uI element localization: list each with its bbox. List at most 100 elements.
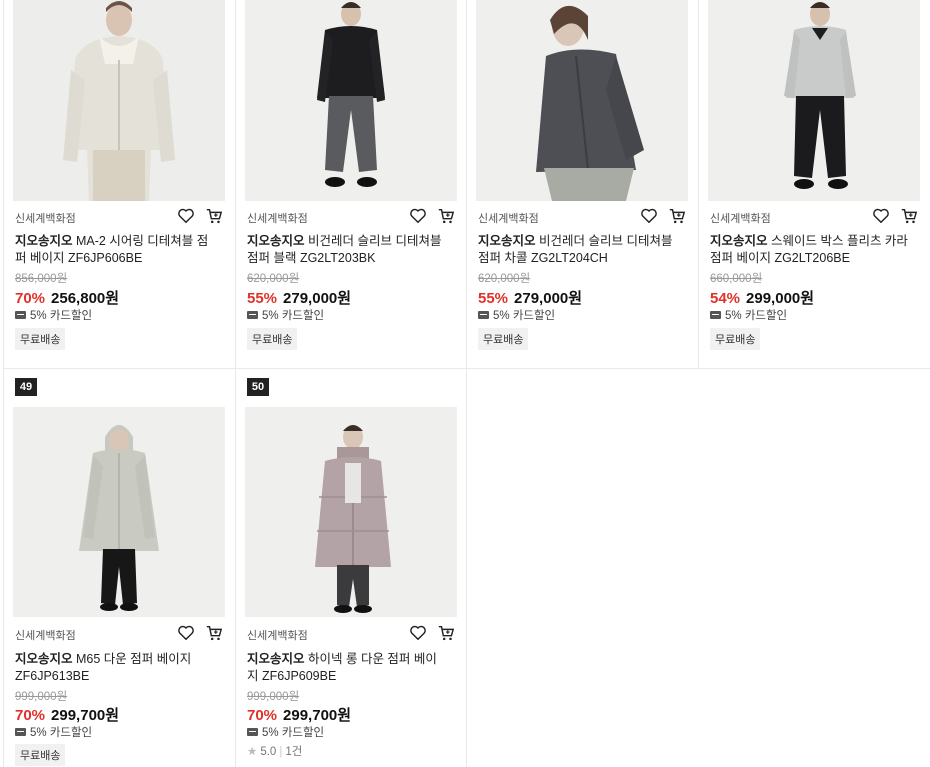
product-card[interactable]: 신세계백화점 지오송지오 비건레더 슬리브 디테쳐블 점퍼 차콜 ZG2LT20… xyxy=(466,0,698,368)
discount-rate: 70% xyxy=(15,707,46,724)
brand-name: 지오송지오 xyxy=(247,234,305,248)
store-name: 신세계백화점 xyxy=(710,213,771,225)
rank-badge: 50 xyxy=(247,378,269,396)
store-row: 신세계백화점 xyxy=(710,207,918,225)
heart-icon[interactable] xyxy=(409,624,427,642)
product-title[interactable]: 지오송지오 비건레더 슬리브 디테쳐블 점퍼 차콜 ZG2LT204CH xyxy=(478,233,678,267)
sale-price: 299,000원 xyxy=(746,290,815,307)
card-discount-text: 5% 카드할인 xyxy=(30,727,93,739)
brand-name: 지오송지오 xyxy=(247,652,305,666)
discount-rate: 70% xyxy=(247,707,278,724)
brand-name: 지오송지오 xyxy=(15,234,73,248)
card-icon xyxy=(247,311,258,319)
product-title[interactable]: 지오송지오 스웨이드 박스 플리츠 카라 점퍼 베이지 ZG2LT206BE xyxy=(710,233,910,267)
discount-rate: 54% xyxy=(710,290,741,307)
model-image-beige-hooded-down-parka xyxy=(13,407,225,617)
card-discount: 5% 카드할인 xyxy=(710,307,787,323)
product-image[interactable] xyxy=(13,0,225,201)
store-name: 신세계백화점 xyxy=(247,630,308,642)
model-image-charcoal-jacket xyxy=(476,0,688,201)
cart-icon[interactable] xyxy=(437,624,455,642)
card-icon xyxy=(247,728,258,736)
card-icon xyxy=(710,311,721,319)
free-shipping-badge: 무료배송 xyxy=(247,328,298,350)
review-count: 1건 xyxy=(285,746,303,758)
brand-name: 지오송지오 xyxy=(478,234,536,248)
card-discount: 5% 카드할인 xyxy=(15,307,92,323)
product-grid: 신세계백화점 지오송지오 MA-2 시어링 디테쳐블 점퍼 베이지 ZF6JP6… xyxy=(0,0,930,767)
discount-rate: 55% xyxy=(247,290,278,307)
rating-value: 5.0 xyxy=(260,746,277,758)
card-discount-text: 5% 카드할인 xyxy=(30,310,93,322)
store-row: 신세계백화점 xyxy=(478,207,686,225)
sale-price: 299,700원 xyxy=(283,707,352,724)
product-title[interactable]: 지오송지오 MA-2 시어링 디테쳐블 점퍼 베이지 ZF6JP606BE xyxy=(15,233,215,267)
heart-icon[interactable] xyxy=(872,207,890,225)
free-shipping-badge: 무료배송 xyxy=(478,328,529,350)
cart-icon[interactable] xyxy=(437,207,455,225)
card-discount: 5% 카드할인 xyxy=(15,724,92,740)
heart-icon[interactable] xyxy=(409,207,427,225)
model-image-grey-suede-jacket xyxy=(708,0,920,201)
rank-badge: 49 xyxy=(15,378,37,396)
price-row: 70% 256,800원 xyxy=(15,287,119,308)
price-row: 54% 299,000원 xyxy=(710,287,814,308)
original-price: 856,000원 xyxy=(15,273,68,285)
free-shipping-badge: 무료배송 xyxy=(15,328,66,350)
card-icon xyxy=(15,728,26,736)
model-image-mauve-long-down-coat xyxy=(245,407,457,617)
sale-price: 299,700원 xyxy=(51,707,120,724)
store-row: 신세계백화점 xyxy=(247,207,455,225)
cart-icon[interactable] xyxy=(668,207,686,225)
store-name: 신세계백화점 xyxy=(247,213,308,225)
heart-icon[interactable] xyxy=(177,624,195,642)
price-row: 70% 299,700원 xyxy=(15,704,119,725)
product-title[interactable]: 지오송지오 비건레더 슬리브 디테쳐블 점퍼 블랙 ZG2LT203BK xyxy=(247,233,447,267)
product-card[interactable]: 신세계백화점 지오송지오 스웨이드 박스 플리츠 카라 점퍼 베이지 ZG2LT… xyxy=(698,0,930,368)
review-summary[interactable]: ★ 5.0 | 1건 xyxy=(247,743,302,759)
product-card[interactable]: 신세계백화점 지오송지오 비건레더 슬리브 디테쳐블 점퍼 블랙 ZG2LT20… xyxy=(235,0,467,368)
product-card[interactable]: 49 신세계백화점 지오송지오 M65 다운 점퍼 베이지 ZF6JP613BE… xyxy=(3,368,235,767)
store-name: 신세계백화점 xyxy=(15,630,76,642)
original-price: 620,000원 xyxy=(247,273,300,285)
discount-rate: 70% xyxy=(15,290,46,307)
model-image-black-jacket xyxy=(245,0,457,201)
card-discount: 5% 카드할인 xyxy=(247,724,324,740)
free-shipping-badge: 무료배송 xyxy=(710,328,761,350)
heart-icon[interactable] xyxy=(177,207,195,225)
store-row: 신세계백화점 xyxy=(15,624,223,642)
store-row: 신세계백화점 xyxy=(247,624,455,642)
original-price: 620,000원 xyxy=(478,273,531,285)
product-card[interactable]: 50 신세계백화점 지오송지오 하이넥 롱 다운 점퍼 베이지 ZF6JP609… xyxy=(235,368,467,767)
product-image[interactable] xyxy=(13,407,225,617)
store-name: 신세계백화점 xyxy=(15,213,76,225)
product-card[interactable]: 신세계백화점 지오송지오 MA-2 시어링 디테쳐블 점퍼 베이지 ZF6JP6… xyxy=(3,0,235,368)
brand-name: 지오송지오 xyxy=(15,652,73,666)
card-discount: 5% 카드할인 xyxy=(478,307,555,323)
price-row: 55% 279,000원 xyxy=(478,287,582,308)
cart-icon[interactable] xyxy=(205,624,223,642)
model-image-beige-shearling-jacket xyxy=(13,0,225,201)
product-title[interactable]: 지오송지오 M65 다운 점퍼 베이지 ZF6JP613BE xyxy=(15,651,215,685)
cart-icon[interactable] xyxy=(900,207,918,225)
product-title[interactable]: 지오송지오 하이넥 롱 다운 점퍼 베이지 ZF6JP609BE xyxy=(247,651,447,685)
card-discount-text: 5% 카드할인 xyxy=(725,310,788,322)
separator: | xyxy=(279,746,283,758)
sale-price: 279,000원 xyxy=(514,290,583,307)
product-image[interactable] xyxy=(708,0,920,201)
product-image[interactable] xyxy=(245,0,457,201)
card-discount-text: 5% 카드할인 xyxy=(262,310,325,322)
heart-icon[interactable] xyxy=(640,207,658,225)
star-icon: ★ xyxy=(247,746,258,758)
price-row: 70% 299,700원 xyxy=(247,704,351,725)
card-discount-text: 5% 카드할인 xyxy=(493,310,556,322)
card-discount: 5% 카드할인 xyxy=(247,307,324,323)
card-icon xyxy=(15,311,26,319)
cart-icon[interactable] xyxy=(205,207,223,225)
card-discount-text: 5% 카드할인 xyxy=(262,727,325,739)
product-image[interactable] xyxy=(245,407,457,617)
discount-rate: 55% xyxy=(478,290,509,307)
original-price: 999,000원 xyxy=(15,691,68,703)
product-image[interactable] xyxy=(476,0,688,201)
original-price: 660,000원 xyxy=(710,273,763,285)
